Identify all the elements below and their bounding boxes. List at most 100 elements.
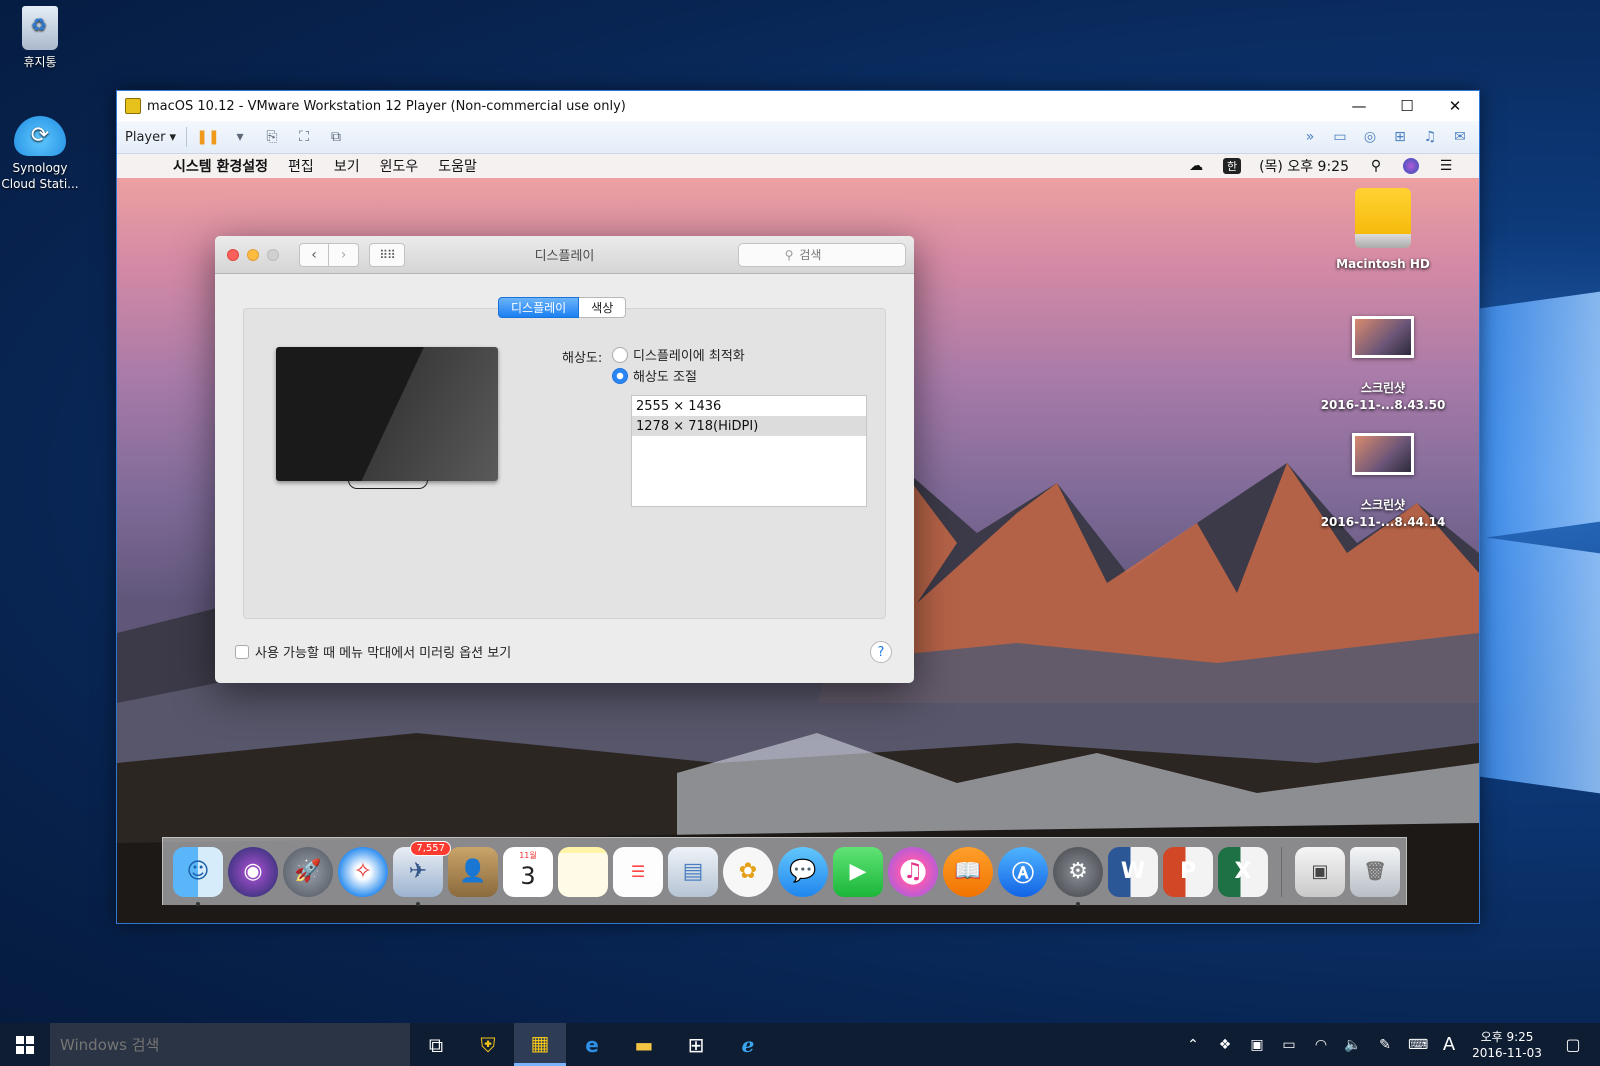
safari-icon[interactable]: ✧ [338,846,388,897]
menu-edit[interactable]: 편집 [288,156,314,176]
reminders-icon[interactable]: ☰ [613,846,663,897]
start-button[interactable] [0,1023,50,1066]
wifi-icon[interactable]: ◠ [1312,1037,1330,1053]
caret-down-icon[interactable]: ▾ [229,127,251,147]
pause-icon[interactable]: ❚❚ [196,127,219,147]
taskbar-clock[interactable]: 오후 9:25 2016-11-03 [1472,1029,1542,1061]
network-icon[interactable]: ⊞ [1389,127,1411,147]
unity-icon[interactable]: ⧉ [325,127,347,147]
desktop-icon-synology[interactable]: ⟳ Synology Cloud Stati... [0,116,80,192]
task-view-icon[interactable]: ⧉ [410,1023,462,1066]
radio-button-selected[interactable] [612,367,628,384]
siri-icon[interactable] [1403,158,1419,174]
zoom-window-button[interactable] [267,248,279,261]
preview-icon[interactable]: ▤ [668,846,718,897]
spotlight-search-icon[interactable]: ⚲ [1367,158,1385,174]
message-icon[interactable]: ✉ [1449,127,1471,147]
excel-icon[interactable]: X [1218,846,1268,897]
word-icon[interactable]: W [1108,846,1158,897]
notification-bell-icon[interactable]: ☁ [1187,158,1205,174]
notification-center-icon[interactable]: ☰ [1437,158,1455,174]
facetime-icon[interactable]: ▶ [833,846,883,897]
send-ctrl-alt-del-icon[interactable]: ⎘ [261,127,283,147]
vmware-titlebar[interactable]: macOS 10.12 - VMware Workstation 12 Play… [117,91,1479,121]
resolution-item-selected[interactable]: 1278 × 718(HiDPI) [632,416,866,436]
mac-desktop-icon-screenshot-1[interactable]: 스크린샷 2016-11-...8.43.50 [1318,316,1448,414]
close-window-button[interactable] [227,248,239,261]
radio-button[interactable] [612,346,628,363]
siri-icon[interactable]: ◉ [228,846,278,897]
internet-explorer-icon[interactable]: ℯ [722,1023,774,1066]
mail-icon[interactable]: ✈ 7,557 [393,840,451,906]
radio-optimize-for-display[interactable]: 디스플레이에 최적화 [612,345,745,364]
downloads-stack-icon[interactable]: ▣ [1295,846,1345,897]
macos-screen[interactable]: 시스템 환경설정 편집 보기 윈도우 도움말 ☁ 한 (목) 오후 9:25 ⚲… [117,154,1479,923]
desktop-icon-recycle-bin[interactable]: 휴지통 [0,6,80,70]
prefs-titlebar[interactable]: ‹ › ⠿⠿ 디스플레이 ⚲ [215,236,914,274]
store-icon[interactable]: ⊞ [670,1023,722,1066]
launchpad-icon[interactable]: 🚀 [283,846,333,897]
chevron-up-icon[interactable]: ⌃ [1184,1037,1202,1053]
trash-icon[interactable]: 🗑 [1350,846,1400,897]
back-button[interactable]: ‹ [299,242,329,267]
close-button[interactable]: ✕ [1431,91,1479,121]
keyboard-icon[interactable]: ⌨ [1408,1037,1428,1053]
mirroring-option[interactable]: 사용 가능할 때 메뉴 막대에서 미러링 옵션 보기 [235,642,511,661]
menu-help[interactable]: 도움말 [438,156,477,176]
ibooks-icon[interactable]: 📖 [943,846,993,897]
input-method-indicator[interactable]: 한 [1223,158,1242,174]
volume-icon[interactable]: 🔈 [1344,1037,1362,1053]
menu-window[interactable]: 윈도우 [380,156,419,176]
tab-color[interactable]: 색상 [579,297,627,318]
file-explorer-icon[interactable]: ▬ [618,1023,670,1066]
fullscreen-icon[interactable]: ⛶ [293,127,315,147]
calendar-icon[interactable]: 11월 3 [503,846,553,897]
minimize-button[interactable]: — [1335,91,1383,121]
menu-view[interactable]: 보기 [334,156,360,176]
windows-search-input[interactable] [50,1023,410,1066]
contacts-icon[interactable]: 👤 [448,846,498,897]
dropbox-icon[interactable]: ❖ [1216,1037,1234,1053]
messages-icon[interactable]: 💬 [778,846,828,897]
vmware-taskbar-icon[interactable]: ▦ [514,1023,566,1066]
finder-icon[interactable]: ☺ [173,846,223,906]
display-monitor-image [276,347,498,489]
resolution-item[interactable]: 2555 × 1436 [632,396,866,416]
cd-icon[interactable]: ◎ [1359,127,1381,147]
minimize-window-button[interactable] [247,248,259,261]
security-shield-icon[interactable]: ⛨ [462,1023,514,1066]
resolution-list[interactable]: 2555 × 1436 1278 × 718(HiDPI) [631,395,867,507]
notes-icon[interactable] [558,846,608,897]
help-button[interactable]: ? [870,641,892,663]
hard-disk-icon[interactable]: ▭ [1329,127,1351,147]
prefs-search-input[interactable] [799,248,860,262]
action-center-icon[interactable]: ▢ [1556,1035,1590,1054]
mac-desktop-icon-macintosh-hd[interactable]: Macintosh HD [1318,188,1448,273]
chevron-right-icon[interactable]: » [1299,127,1321,147]
mail-badge: 7,557 [410,840,451,856]
system-preferences-icon[interactable]: ⚙ [1053,846,1103,906]
show-all-button[interactable]: ⠿⠿ [369,242,405,267]
radio-scaled[interactable]: 해상도 조절 [612,366,697,385]
maximize-button[interactable]: ☐ [1383,91,1431,121]
pen-icon[interactable]: ✎ [1376,1037,1394,1053]
mac-desktop-icon-sublabel: 2016-11-...8.43.50 [1320,398,1446,412]
menubar-clock[interactable]: (목) 오후 9:25 [1259,156,1349,176]
sound-icon[interactable]: ♫ [1419,127,1441,147]
display-icon[interactable]: ▣ [1248,1037,1266,1053]
mirroring-checkbox[interactable] [235,644,249,659]
powerpoint-icon[interactable]: P [1163,846,1213,897]
search-icon: ⚲ [784,248,794,262]
app-store-icon[interactable]: Ⓐ [998,846,1048,897]
forward-button[interactable]: › [329,242,359,267]
tab-display[interactable]: 디스플레이 [498,297,580,318]
prefs-search-field[interactable]: ⚲ [738,243,906,267]
battery-icon[interactable]: ▭ [1280,1037,1298,1053]
ime-indicator[interactable]: A [1440,1034,1458,1055]
itunes-icon[interactable]: ♫ [888,846,938,897]
photos-icon[interactable]: ✿ [723,846,773,897]
player-menu-button[interactable]: Player ▾ [125,130,176,145]
menu-app-name[interactable]: 시스템 환경설정 [173,156,268,176]
edge-browser-icon[interactable]: e [566,1023,618,1066]
mac-desktop-icon-screenshot-2[interactable]: 스크린샷 2016-11-...8.44.14 [1318,433,1448,531]
